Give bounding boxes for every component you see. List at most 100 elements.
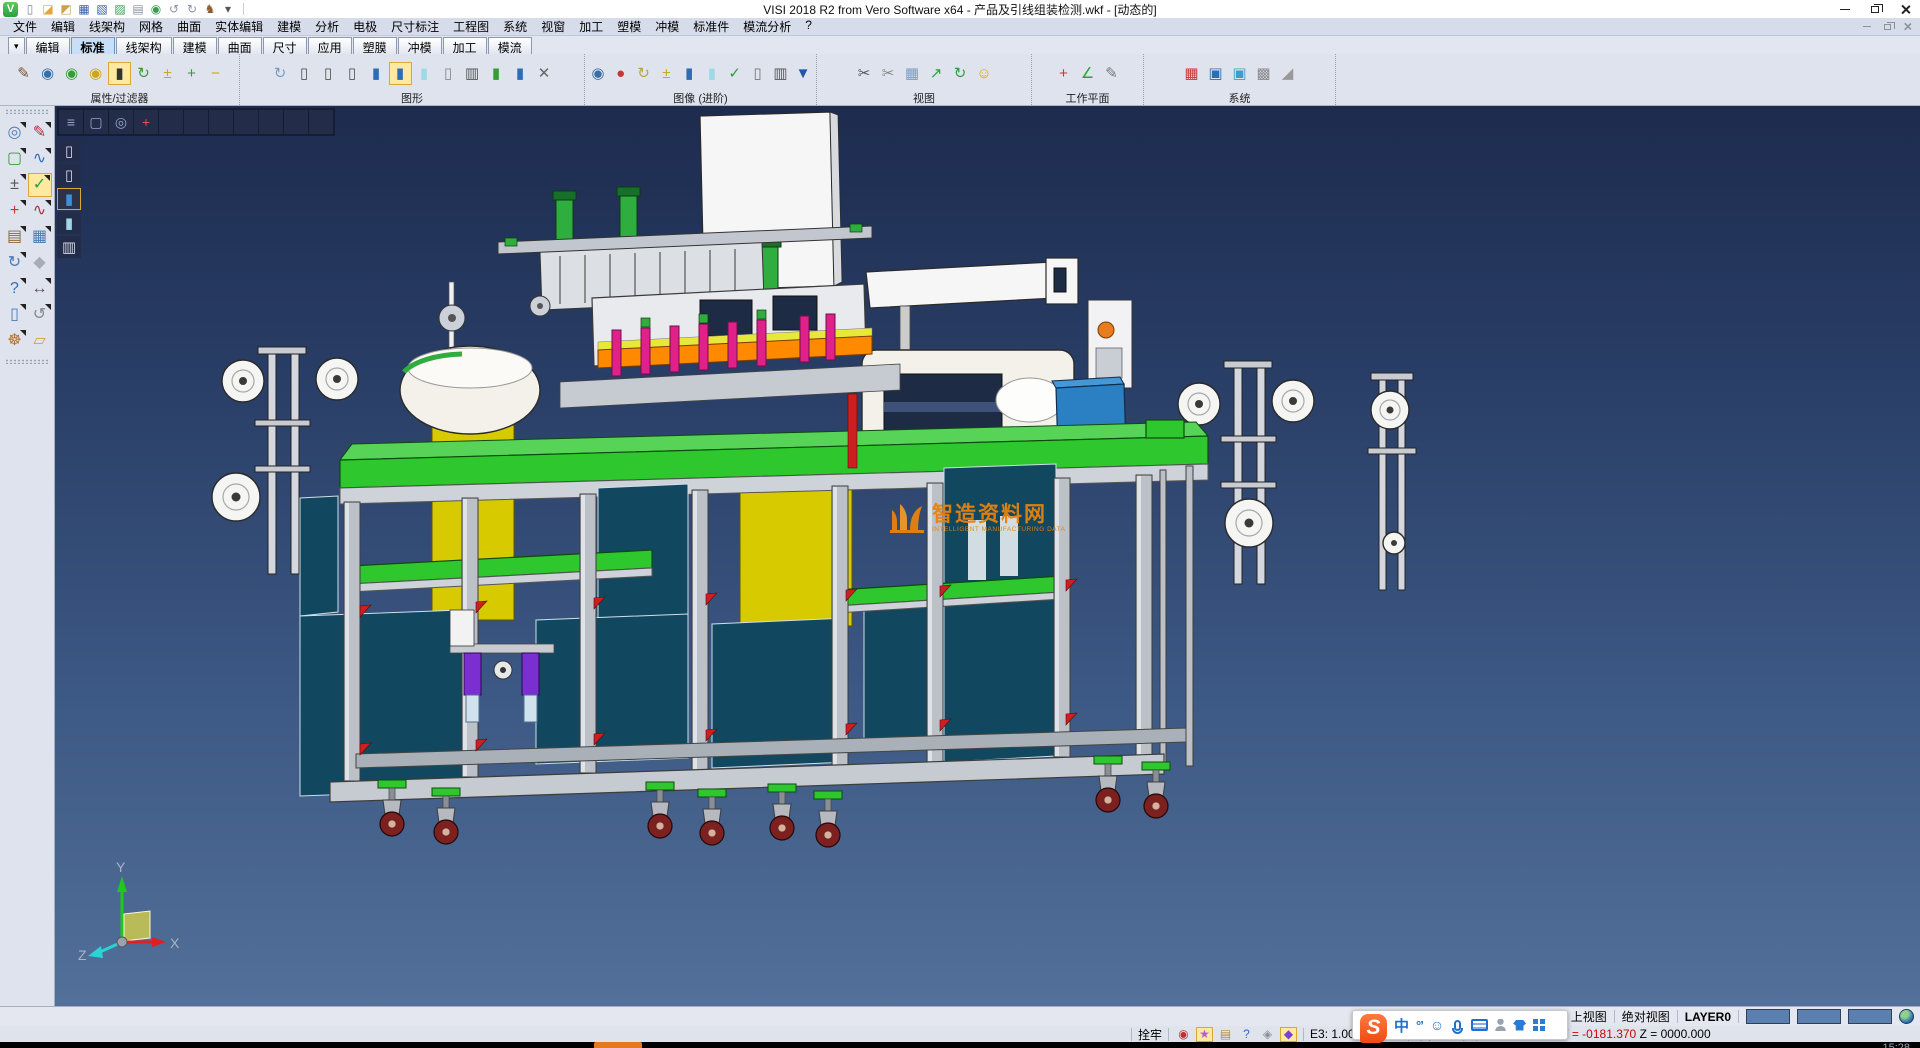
view-smiley-icon[interactable]: ☺ bbox=[973, 62, 996, 85]
ribbon-tab[interactable]: 加工 bbox=[443, 37, 487, 54]
view-front-icon[interactable] bbox=[209, 110, 233, 134]
menu-item[interactable]: 线架构 bbox=[82, 17, 132, 36]
display-shaded-icon[interactable]: ▮ bbox=[57, 188, 81, 210]
ribbon-tab[interactable]: 建模 bbox=[173, 37, 217, 54]
magic-wand-icon[interactable]: ★ bbox=[1196, 1027, 1213, 1042]
new-file-button[interactable]: ▯ bbox=[22, 1, 38, 17]
ime-language-toggle[interactable]: 中 bbox=[1394, 1015, 1409, 1036]
ime-toolbox-icon[interactable] bbox=[1533, 1019, 1538, 1024]
save-button[interactable]: ▦ bbox=[76, 1, 92, 17]
workplane-edit-icon[interactable]: ✎ bbox=[1100, 62, 1123, 85]
cylinder-wire-icon[interactable]: ▯ bbox=[293, 62, 316, 85]
menu-item[interactable]: 冲模 bbox=[648, 17, 686, 36]
cylinder-wire3-icon[interactable]: ▯ bbox=[341, 62, 364, 85]
graphics-tools-icon[interactable]: ✕ bbox=[533, 62, 556, 85]
system-palette-icon[interactable]: ▦ bbox=[1180, 62, 1203, 85]
snap-record-icon[interactable]: ◉ bbox=[1175, 1027, 1192, 1042]
zoom-preview-icon[interactable]: ◎ bbox=[109, 110, 133, 134]
window-icon[interactable]: ▦ bbox=[28, 225, 52, 249]
system-monitor-icon[interactable]: ▣ bbox=[1204, 62, 1227, 85]
toolbar-grip[interactable] bbox=[5, 359, 49, 364]
ribbon-tab[interactable]: 冲模 bbox=[398, 37, 442, 54]
absolute-view-button[interactable]: 绝对视图 bbox=[1622, 1008, 1670, 1025]
menu-item[interactable]: 编辑 bbox=[44, 17, 82, 36]
cylinder-transparent-icon[interactable]: ▮ bbox=[413, 62, 436, 85]
display-hidden-line-icon[interactable]: ▯ bbox=[57, 164, 81, 186]
wcs-axis-icon[interactable]: + bbox=[134, 110, 158, 134]
menu-item[interactable]: 网格 bbox=[132, 17, 170, 36]
view-cut-icon[interactable]: ✂ bbox=[853, 62, 876, 85]
helm-icon[interactable]: ☸ bbox=[3, 329, 27, 353]
image-eye-icon[interactable]: ◉ bbox=[587, 62, 609, 85]
undo-arrow-icon[interactable]: ↺ bbox=[28, 303, 52, 327]
ime-account-icon[interactable] bbox=[1495, 1019, 1506, 1031]
ribbon-tab[interactable]: 尺寸 bbox=[263, 37, 307, 54]
minimize-button[interactable] bbox=[1830, 1, 1860, 18]
view-top-icon[interactable] bbox=[159, 110, 183, 134]
ime-punctuation-toggle[interactable]: °’ bbox=[1416, 1018, 1423, 1033]
show-add-icon[interactable]: ◉ bbox=[60, 62, 83, 85]
confirm-icon[interactable]: ✓ bbox=[28, 173, 52, 197]
view-menu-icon[interactable]: ≡ bbox=[59, 110, 83, 134]
restore-button[interactable] bbox=[1860, 1, 1890, 18]
ime-emoji-button[interactable]: ☺ bbox=[1430, 1017, 1444, 1033]
layer-button[interactable]: LAYER0 bbox=[1685, 1010, 1731, 1024]
filter-document-icon[interactable]: ◉ bbox=[36, 62, 59, 85]
cylinder-copy-icon[interactable]: ▮ bbox=[509, 62, 532, 85]
lock-label[interactable]: 拴牢 bbox=[1138, 1026, 1162, 1043]
close-button[interactable] bbox=[1890, 1, 1920, 18]
view-right-icon[interactable] bbox=[284, 110, 308, 134]
hide-solid-icon[interactable]: ◈ bbox=[1259, 1027, 1276, 1042]
refresh-layers-icon[interactable]: ↻ bbox=[269, 62, 292, 85]
traffic-pair-icon[interactable]: ● bbox=[610, 62, 632, 85]
view-bottom-icon[interactable] bbox=[184, 110, 208, 134]
toggle-visibility-icon[interactable]: ± bbox=[156, 62, 179, 85]
refresh-visibility-icon[interactable]: ↻ bbox=[132, 62, 155, 85]
workplane-axes-icon[interactable]: + bbox=[1052, 62, 1075, 85]
measure-icon[interactable]: ↔ bbox=[28, 277, 52, 301]
dynamic-view-icon[interactable]: ◆ bbox=[1280, 1027, 1297, 1042]
menu-item[interactable]: 建模 bbox=[270, 17, 308, 36]
ribbon-tab[interactable]: 标准 bbox=[71, 37, 115, 54]
ribbon-tab[interactable]: 线架构 bbox=[116, 37, 172, 54]
ime-skin-icon[interactable] bbox=[1513, 1020, 1526, 1031]
plus-minus-icon[interactable]: ± bbox=[655, 62, 677, 85]
system-grid-icon[interactable]: ▩ bbox=[1252, 62, 1275, 85]
menu-item[interactable]: 分析 bbox=[308, 17, 346, 36]
menu-item[interactable]: 曲面 bbox=[170, 17, 208, 36]
view-arrow-icon[interactable]: ↗ bbox=[925, 62, 948, 85]
cylinder-light-icon[interactable]: ▯ bbox=[437, 62, 460, 85]
display-striped-icon[interactable]: ▥ bbox=[57, 236, 81, 258]
mdi-restore-button[interactable] bbox=[1880, 21, 1894, 33]
cylinder-selected-icon[interactable]: ▮ bbox=[389, 62, 412, 85]
add-visible-icon[interactable]: + bbox=[180, 62, 203, 85]
graphics-viewport[interactable]: ≡ ▢ ◎ + ▯▯▮▮▥ bbox=[55, 106, 1920, 1006]
workplane-align-icon[interactable]: ∠ bbox=[1076, 62, 1099, 85]
ime-voice-icon[interactable] bbox=[1454, 1020, 1461, 1031]
zoom-fit-icon[interactable]: ▢ bbox=[84, 110, 108, 134]
menu-item[interactable]: 工程图 bbox=[446, 17, 496, 36]
export-folder-icon[interactable]: ▱ bbox=[28, 329, 52, 353]
traffic-filter-icon[interactable]: ▮ bbox=[108, 62, 131, 85]
solid-cube-icon[interactable]: ◆ bbox=[28, 251, 52, 275]
bar-cyan-icon[interactable]: ▮ bbox=[701, 62, 723, 85]
refresh-icon[interactable]: ↻ bbox=[3, 251, 27, 275]
menu-item[interactable]: 文件 bbox=[6, 17, 44, 36]
check-green-icon[interactable]: ✓ bbox=[724, 62, 746, 85]
selection-zoom-icon[interactable]: ◎ bbox=[3, 121, 27, 145]
zoom-extent-icon[interactable]: ± bbox=[3, 173, 27, 197]
delete-trash-icon[interactable]: ▯ bbox=[3, 303, 27, 327]
cylinder-stack-icon[interactable]: ▮ bbox=[485, 62, 508, 85]
save-as-button[interactable]: ▧ bbox=[94, 1, 110, 17]
cylinder-wire2-icon[interactable]: ▯ bbox=[317, 62, 340, 85]
display-transparent-icon[interactable]: ▮ bbox=[57, 212, 81, 234]
color-swatch-3[interactable] bbox=[1848, 1009, 1892, 1024]
macro-button[interactable]: ♞ bbox=[202, 1, 218, 17]
display-wireframe-icon[interactable]: ▯ bbox=[57, 140, 81, 162]
ribbon-tab[interactable]: 应用 bbox=[308, 37, 352, 54]
menu-item[interactable]: 尺寸标注 bbox=[384, 17, 446, 36]
help-icon[interactable]: ? bbox=[3, 277, 27, 301]
machine-3d-model[interactable]: X Y Z bbox=[55, 106, 1920, 1006]
toolbar-grip[interactable] bbox=[5, 109, 49, 114]
context-help-icon[interactable]: ? bbox=[1238, 1027, 1255, 1042]
